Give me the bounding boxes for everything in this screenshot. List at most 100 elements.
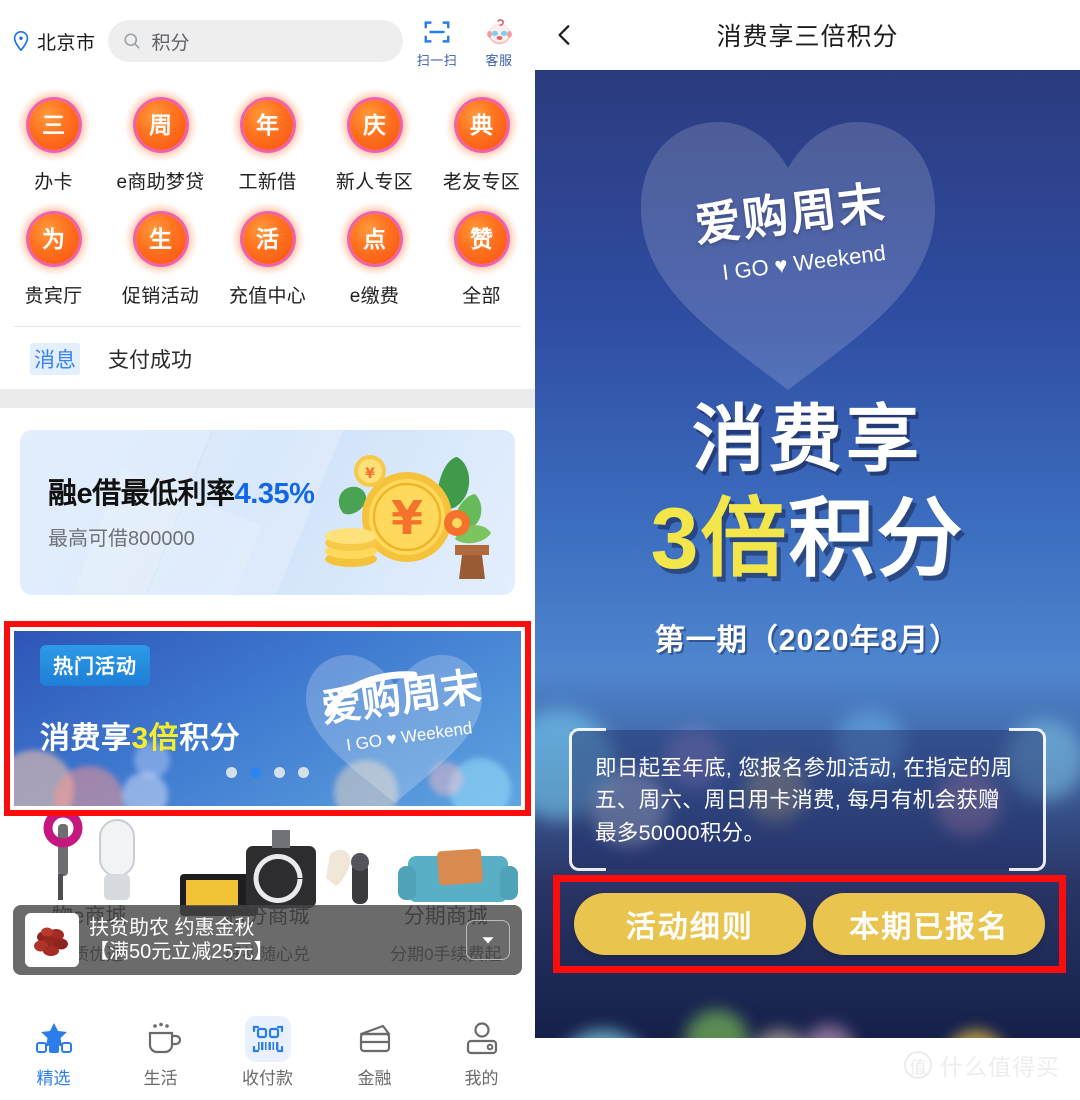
quick-entry-3[interactable]: 庆 新人专区 [321, 86, 428, 200]
carousel-dots[interactable] [14, 767, 521, 778]
detail-header: 消费享三倍积分 [535, 0, 1080, 70]
promo-badge: 热门活动 [40, 645, 150, 686]
carousel-dot-1[interactable] [226, 767, 237, 778]
toast-line-1: 扶贫助农 约惠金秋 [89, 916, 255, 939]
quick-entry-grid: 三 办卡 周 e商助梦贷 年 工新借 庆 新人专区 典 老友专区 为 贵宾厅 生… [0, 82, 535, 320]
loan-title: 融e借最低利率4.35% [48, 470, 315, 512]
nav-label-featured: 精选 [36, 1069, 71, 1088]
nav-item-pay[interactable]: 收付款 [214, 1016, 321, 1089]
carousel-dot-2-active[interactable] [250, 767, 261, 778]
search-input[interactable]: 积分 [107, 20, 403, 62]
quick-entry-icon-6: 生 [124, 203, 197, 275]
promo-title-prefix: 消费享 [40, 722, 132, 755]
toast-text: 扶贫助农 约惠金秋 【满50元立减25元】 [89, 916, 274, 965]
icon-badge: 生 [135, 214, 186, 264]
quick-entry-0[interactable]: 三 办卡 [0, 86, 107, 200]
quick-entry-9[interactable]: 赞 全部 [428, 200, 535, 314]
quick-entry-icon-1: 周 [124, 89, 197, 161]
quick-entry-label-6: 促销活动 [121, 286, 200, 307]
svg-text:¥: ¥ [391, 491, 423, 545]
carousel-dot-4[interactable] [298, 767, 309, 778]
quick-entry-label-5: 贵宾厅 [24, 286, 83, 307]
carousel-dot-3[interactable] [274, 767, 285, 778]
bokeh-dot [945, 1030, 1007, 1038]
campaign-detail-screen: 消费享三倍积分 爱购周末 I GO ♥ Weekend 消费享 3倍积分 第一期… [535, 0, 1080, 1100]
quick-entry-8[interactable]: 点 e缴费 [321, 200, 428, 314]
promo-banner[interactable]: 热门活动 消费享3倍积分 爱购周末 I GO ♥ Weekend [14, 631, 521, 806]
bokeh-dot [750, 1030, 810, 1038]
cta-annotation-box: 活动细则 本期已报名 [553, 875, 1066, 973]
city-selector[interactable]: 北京市 [10, 28, 96, 55]
icon-badge: 三 [28, 100, 79, 150]
quick-entry-icon-2: 年 [231, 89, 304, 161]
coin-plant-illustration: ¥ ¥ [307, 439, 497, 589]
scan-button[interactable]: 扫一扫 [413, 15, 461, 69]
promo-toast-overlay[interactable]: 扶贫助农 约惠金秋 【满50元立减25元】 [13, 905, 522, 975]
promo-title: 消费享3倍积分 [40, 713, 240, 757]
site-watermark: 值 什么值得买 [904, 1048, 1060, 1082]
top-search-bar: 北京市 积分 扫一扫 客服 [0, 0, 535, 82]
bokeh-dot [555, 1030, 651, 1038]
nav-item-profile[interactable]: 我的 [428, 1016, 535, 1089]
quick-entry-icon-4: 典 [445, 89, 518, 161]
quick-entry-icon-3: 庆 [338, 89, 411, 161]
icon-badge: 庆 [349, 100, 400, 150]
nav-label-life: 生活 [143, 1069, 178, 1088]
quick-entry-label-1: e商助梦贷 [116, 172, 205, 193]
activity-details-button[interactable]: 活动细则 [573, 893, 806, 955]
nav-label-finance: 金融 [357, 1069, 392, 1088]
quick-entry-4[interactable]: 典 老友专区 [428, 86, 535, 200]
cta-row: 活动细则 本期已报名 [560, 882, 1059, 966]
icon-badge: 典 [456, 100, 507, 150]
message-tabs: 消息 支付成功 [0, 327, 535, 389]
campaign-description-card: 即日起至年底, 您报名参加活动, 在指定的周五、周六、周日用卡消费, 每月有机会… [569, 728, 1046, 871]
location-pin-icon [10, 30, 32, 52]
customer-service-button[interactable]: 客服 [475, 15, 523, 69]
tab-payment-success[interactable]: 支付成功 [104, 343, 196, 375]
quick-entry-2[interactable]: 年 工新借 [214, 86, 321, 200]
quick-entry-label-2: 工新借 [238, 172, 297, 193]
star-featured-icon [0, 1016, 107, 1062]
nav-label-pay: 收付款 [242, 1069, 293, 1088]
loan-title-prefix: 融e借最低利率 [48, 478, 235, 510]
customer-service-icon [475, 15, 523, 49]
poster-subtitle: 第一期（2020年8月） [654, 624, 961, 657]
quick-entry-row-2: 为 贵宾厅 生 促销活动 活 充值中心 点 e缴费 赞 全部 [0, 200, 535, 314]
quick-entry-7[interactable]: 活 充值中心 [214, 200, 321, 314]
already-enrolled-button[interactable]: 本期已报名 [813, 893, 1046, 955]
tab-messages[interactable]: 消息 [30, 343, 80, 375]
person-profile-icon [428, 1016, 535, 1062]
nav-item-life[interactable]: 生活 [107, 1016, 214, 1089]
loan-banner[interactable]: 融e借最低利率4.35% 最高可借800000 ¥ ¥ [20, 430, 515, 595]
jujube-product-thumbnail [25, 913, 79, 967]
icon-badge: 点 [349, 214, 400, 264]
poster-logo: 爱购周末 I GO ♥ Weekend [665, 176, 915, 284]
section-gap [0, 389, 535, 408]
detail-title: 消费享三倍积分 [716, 23, 899, 51]
nav-item-finance[interactable]: 金融 [321, 1016, 428, 1089]
city-label: 北京市 [37, 32, 96, 54]
quick-entry-6[interactable]: 生 促销活动 [107, 200, 214, 314]
quick-entry-label-7: 充值中心 [228, 286, 307, 307]
quick-entry-label-0: 办卡 [34, 172, 73, 193]
bokeh-dot [685, 1010, 749, 1038]
watermark-mark: 值 [904, 1051, 932, 1079]
quick-entry-icon-7: 活 [231, 203, 304, 275]
loan-banner-section: 融e借最低利率4.35% 最高可借800000 ¥ ¥ [0, 408, 535, 615]
icon-badge: 活 [242, 214, 293, 264]
quick-entry-1[interactable]: 周 e商助梦贷 [107, 86, 214, 200]
bokeh-dot [803, 1025, 855, 1038]
nav-item-featured[interactable]: 精选 [0, 1016, 107, 1089]
promo-title-suffix: 积分 [179, 722, 241, 755]
promo-heart-logo: 爱购周末 I GO ♥ Weekend [288, 635, 503, 806]
icon-badge: 年 [242, 100, 293, 150]
quick-entry-5[interactable]: 为 贵宾厅 [0, 200, 107, 314]
watermark-text: 什么值得买 [940, 1054, 1060, 1080]
quick-entry-label-3: 新人专区 [335, 172, 414, 193]
loan-banner-text: 融e借最低利率4.35% 最高可借800000 [48, 470, 315, 551]
quick-entry-label-8: e缴费 [349, 286, 400, 307]
poster-headline-2: 3倍积分 [535, 468, 1080, 593]
chevron-down-icon[interactable] [466, 920, 510, 960]
search-icon [122, 31, 142, 51]
loan-subtitle: 最高可借800000 [48, 528, 195, 550]
